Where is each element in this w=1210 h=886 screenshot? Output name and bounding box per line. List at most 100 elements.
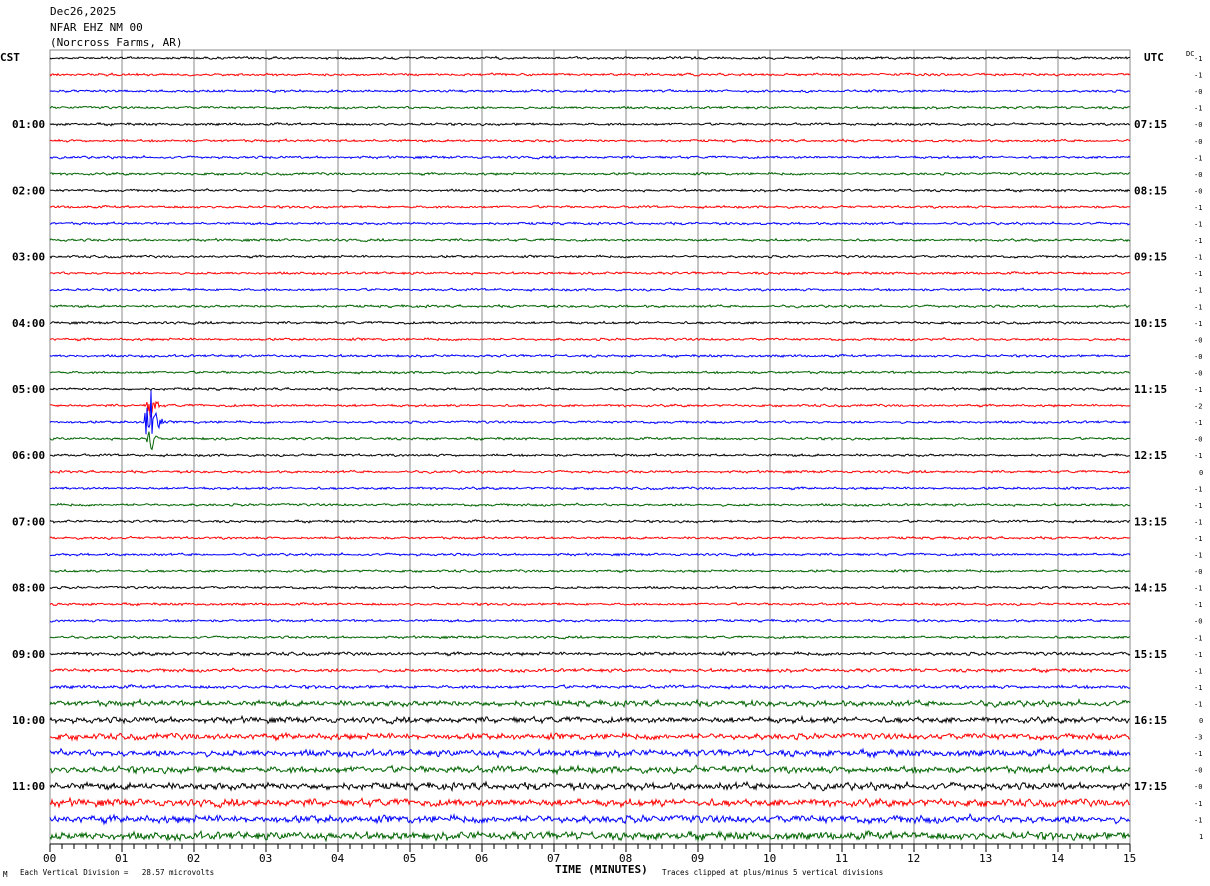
trace-row-3 — [49, 105, 1131, 110]
right-time-label: 12:15 — [1134, 449, 1167, 462]
dc-offset: -2 — [1194, 403, 1202, 411]
trace-row-43 — [49, 763, 1131, 776]
x-axis-title: TIME (MINUTES) — [555, 863, 648, 876]
dc-offset: -1 — [1194, 419, 1202, 427]
trace-row-40 — [49, 714, 1131, 725]
trace-row-39 — [49, 698, 1131, 709]
dc-offset: -1 — [1194, 254, 1202, 262]
right-time-label: 15:15 — [1134, 648, 1167, 661]
dc-offset: -1 — [1194, 221, 1202, 229]
left-axis-title: CST — [0, 51, 20, 64]
x-tick-label: 10 — [763, 852, 776, 865]
minute-gridlines — [49, 50, 1131, 844]
trace-row-21 — [49, 400, 1131, 418]
dc-offset: -0 — [1194, 171, 1202, 179]
trace-row-34 — [49, 618, 1131, 623]
left-time-labels: 01:00 02:00 03:00 04:00 05:00 06:00 07:00 08:00… — [12, 118, 45, 793]
dc-offset: -1 — [1194, 634, 1202, 642]
x-tick-label: 05 — [403, 852, 416, 865]
dc-offset: 0 — [1199, 469, 1203, 477]
dc-offset: -1 — [1194, 800, 1202, 808]
dc-offset: 0 — [1199, 717, 1203, 725]
trace-row-27 — [49, 502, 1131, 508]
trace-row-45 — [49, 796, 1131, 809]
trace-row-2 — [49, 88, 1131, 94]
left-time-label: 09:00 — [12, 648, 45, 661]
trace-row-9 — [49, 204, 1131, 210]
trace-row-11 — [49, 237, 1131, 243]
dc-offset: -1 — [1194, 485, 1202, 493]
dc-offset: -1 — [1194, 518, 1202, 526]
dc-offset: -1 — [1194, 502, 1202, 510]
left-time-label: 08:00 — [12, 582, 45, 595]
left-time-label: 07:00 — [12, 515, 45, 528]
dc-offset: -1 — [1194, 750, 1202, 758]
x-tick-label: 11 — [835, 852, 848, 865]
trace-row-38 — [49, 683, 1131, 690]
trace-row-16 — [49, 320, 1131, 326]
trace-row-32 — [49, 585, 1131, 590]
station-label: NFAR EHZ NM 00 — [50, 21, 143, 34]
left-time-label: 10:00 — [12, 714, 45, 727]
trace-row-26 — [50, 485, 1131, 491]
dc-offset: -0 — [1194, 783, 1202, 791]
left-time-label: 01:00 — [12, 118, 45, 131]
scale-note: Each Vertical Division = 28.57 microvolt… — [20, 868, 214, 877]
location-label: (Norcross Farms, AR) — [50, 36, 182, 49]
dc-offset: -1 — [1194, 601, 1202, 609]
trace-row-18 — [49, 353, 1131, 359]
dc-offset: -1 — [1194, 816, 1202, 824]
right-time-label: 17:15 — [1134, 780, 1167, 793]
right-time-label: 14:15 — [1134, 582, 1167, 595]
dc-offset: -1 — [1194, 204, 1202, 212]
trace-row-25 — [49, 469, 1131, 474]
right-time-label: 13:15 — [1134, 515, 1167, 528]
x-tick-label: 15 — [1123, 852, 1136, 865]
dc-offset: -1 — [1194, 452, 1202, 460]
dc-offset: -1 — [1194, 237, 1202, 245]
dc-offset: -1 — [1194, 303, 1202, 311]
trace-row-42 — [49, 747, 1131, 759]
dc-offset: -0 — [1194, 767, 1202, 775]
trace-row-19 — [49, 369, 1131, 375]
dc-offset: -1 — [1194, 287, 1202, 295]
trace-row-41 — [49, 731, 1131, 742]
x-tick-label: 13 — [979, 852, 992, 865]
left-time-label: 04:00 — [12, 317, 45, 330]
left-time-label: 03:00 — [12, 251, 45, 264]
x-tick-label: 01 — [115, 852, 128, 865]
dc-offset: -1 — [1194, 320, 1202, 328]
right-axis-title: UTC — [1144, 51, 1164, 64]
dc-offset: -0 — [1194, 618, 1202, 626]
dc-offset: -1 — [1194, 386, 1202, 394]
trace-row-22 — [49, 390, 1131, 435]
trace-row-35 — [49, 634, 1131, 640]
dc-offset: -1 — [1194, 552, 1202, 560]
trace-row-24 — [49, 452, 1130, 458]
trace-row-8 — [50, 188, 1131, 193]
dc-offset: -1 — [1194, 700, 1202, 708]
x-tick-label: 04 — [331, 852, 345, 865]
right-time-label: 09:15 — [1134, 251, 1167, 264]
dc-offset: -0 — [1194, 187, 1202, 195]
dc-offset: -1 — [1194, 651, 1202, 659]
right-time-label: 08:15 — [1134, 184, 1167, 197]
x-tick-label: 06 — [475, 852, 488, 865]
trace-row-7 — [49, 171, 1131, 177]
trace-row-15 — [49, 303, 1130, 309]
dc-offset: -1 — [1194, 270, 1202, 278]
x-tick-label: 14 — [1051, 852, 1065, 865]
right-time-label: 16:15 — [1134, 714, 1167, 727]
trace-row-20 — [49, 386, 1131, 392]
trace-row-6 — [49, 154, 1131, 160]
right-time-label: 07:15 — [1134, 118, 1167, 131]
x-tick-label: 09 — [691, 852, 704, 865]
dc-offset: -1 — [1194, 55, 1202, 63]
trace-row-47 — [49, 829, 1131, 843]
left-time-label: 11:00 — [12, 780, 45, 793]
x-tick-label: 00 — [43, 852, 56, 865]
dc-offset: -0 — [1194, 369, 1202, 377]
trace-row-33 — [49, 601, 1131, 607]
dc-offset: -3 — [1194, 734, 1202, 742]
dc-offset: -0 — [1194, 353, 1202, 361]
